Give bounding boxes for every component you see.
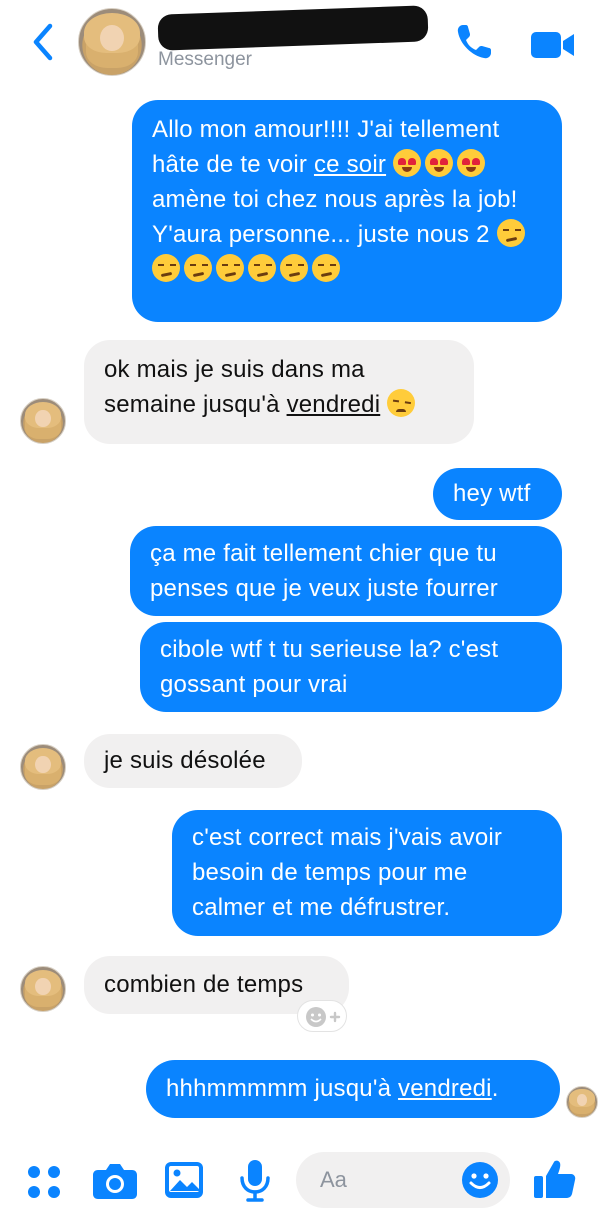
message-text: amène toi chez nous après la job! Y'aura…	[152, 186, 518, 248]
contact-avatar-small[interactable]	[20, 398, 66, 444]
add-reaction-button[interactable]	[297, 1000, 347, 1032]
add-reaction-icon	[306, 1007, 341, 1027]
message-text: c'est correct mais j'vais avoir besoin d…	[192, 824, 503, 921]
message-text: je suis désolée	[104, 747, 266, 774]
message-input[interactable]: Aa	[296, 1152, 510, 1208]
message-bubble-outgoing[interactable]: cibole wtf t tu serieuse la? c'est gossa…	[140, 622, 562, 712]
message-bubble-outgoing[interactable]: hhhmmmmm jusqu'à vendredi.	[146, 1060, 560, 1118]
heart-eyes-emoji-icon	[392, 149, 489, 178]
message-bubble-outgoing[interactable]: c'est correct mais j'vais avoir besoin d…	[172, 810, 562, 936]
message-bubble-incoming[interactable]: je suis désolée	[84, 734, 302, 788]
message-text: hhhmmmmm jusqu'à	[166, 1075, 399, 1102]
message-text: ça me fait tellement chier que tu penses…	[150, 540, 498, 602]
message-bubble-outgoing[interactable]: Allo mon amour!!!! J'ai tellement hâte d…	[132, 100, 562, 322]
message-input-placeholder: Aa	[320, 1167, 347, 1192]
message-bubble-incoming[interactable]: ok mais je suis dans ma semaine jusqu'à …	[84, 340, 474, 444]
message-link[interactable]: vendredi	[287, 391, 381, 418]
message-text: combien de temps	[104, 971, 304, 998]
conversation-header: Messenger	[0, 0, 600, 90]
microphone-icon[interactable]	[238, 1158, 272, 1204]
redacted-contact-name	[157, 5, 429, 51]
contact-avatar[interactable]	[78, 8, 146, 76]
message-bubble-outgoing[interactable]: hey wtf	[433, 468, 562, 520]
chevron-left-icon[interactable]	[28, 22, 58, 62]
disappointed-emoji-icon	[387, 389, 419, 418]
contact-avatar-small[interactable]	[20, 744, 66, 790]
camera-icon[interactable]	[92, 1160, 138, 1200]
message-text: hey wtf	[453, 480, 531, 507]
message-link[interactable]: vendredi	[398, 1075, 492, 1102]
message-text: .	[491, 1075, 499, 1102]
contact-avatar-small[interactable]	[20, 966, 66, 1012]
emoji-icon[interactable]	[460, 1160, 500, 1200]
phone-icon[interactable]	[454, 22, 494, 62]
image-icon[interactable]	[164, 1160, 204, 1200]
read-receipt-avatar	[566, 1086, 598, 1118]
video-camera-icon[interactable]	[530, 28, 576, 62]
thumbs-up-icon[interactable]	[532, 1156, 578, 1202]
message-bubble-outgoing[interactable]: ça me fait tellement chier que tu penses…	[130, 526, 562, 616]
message-text: cibole wtf t tu serieuse la? c'est gossa…	[160, 636, 499, 698]
apps-icon[interactable]	[24, 1162, 64, 1202]
message-link[interactable]: ce soir	[314, 151, 386, 178]
header-subtitle: Messenger	[158, 49, 252, 70]
